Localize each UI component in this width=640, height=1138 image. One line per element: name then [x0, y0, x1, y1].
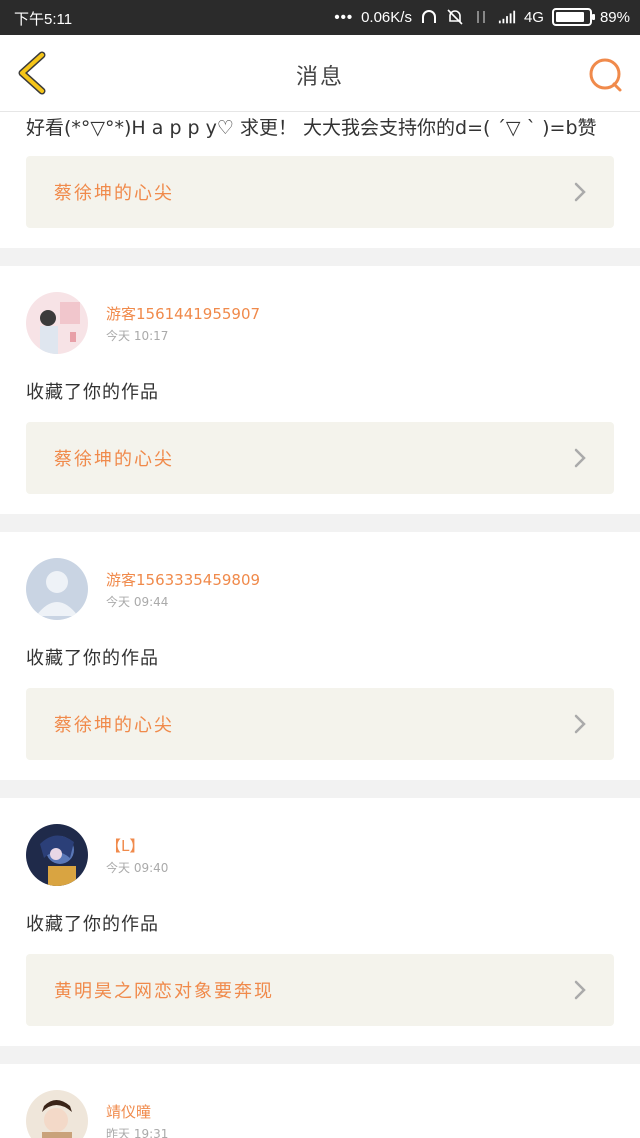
- timestamp: 今天 09:44: [106, 595, 169, 609]
- battery-icon: [551, 8, 595, 26]
- message-card: 【L】 今天 09:40 收藏了你的作品 黄明昊之网恋对象要奔现: [0, 798, 640, 1046]
- avatar[interactable]: [26, 292, 88, 354]
- timestamp: 昨天 19:31: [106, 1127, 169, 1138]
- timestamp: 今天 09:40: [106, 861, 169, 875]
- chevron-right-icon: [574, 714, 586, 734]
- signal-icon: [498, 10, 516, 24]
- work-title: 蔡徐坤的心尖: [54, 715, 174, 736]
- user-row: 游客1561441955907 今天 10:17: [26, 266, 614, 354]
- headphone-icon: [421, 10, 436, 23]
- message-card: 靖仪曈 昨天 19:31: [0, 1064, 640, 1138]
- user-row: 靖仪曈 昨天 19:31: [26, 1064, 614, 1138]
- work-title: 黄明昊之网恋对象要奔现: [54, 981, 274, 1002]
- search-icon[interactable]: [588, 57, 624, 93]
- work-link[interactable]: 蔡徐坤的心尖: [26, 688, 614, 760]
- status-time: 下午5:11: [14, 11, 73, 28]
- timestamp: 今天 10:17: [106, 329, 169, 343]
- user-row: 游客1563335459809 今天 09:44: [26, 532, 614, 620]
- battery-fill: [555, 12, 585, 22]
- default-person-avatar-icon: [26, 558, 88, 620]
- message-card-partial: 好看(*°▽°*)H a p p y♡ 求更！ 大大我会支持你的d=( ´▽ `…: [0, 112, 640, 248]
- nav-bar: 消息: [0, 35, 640, 112]
- work-link[interactable]: 蔡徐坤的心尖: [26, 422, 614, 494]
- more-dots-icon: •••: [334, 8, 354, 26]
- avatar[interactable]: [26, 824, 88, 886]
- message-card: 游客1563335459809 今天 09:44 收藏了你的作品 蔡徐坤的心尖: [0, 532, 640, 780]
- username[interactable]: 游客1563335459809: [106, 570, 260, 590]
- chevron-right-icon: [574, 182, 586, 202]
- work-title: 蔡徐坤的心尖: [54, 449, 174, 470]
- username[interactable]: 靖仪曈: [106, 1102, 168, 1122]
- user-row: 【L】 今天 09:40: [26, 798, 614, 886]
- data-arrows-icon: [476, 11, 485, 23]
- status-bar: 下午5:11 ••• 0.06K/s 4G 89%: [0, 0, 640, 35]
- avatar[interactable]: [26, 1090, 88, 1138]
- chevron-right-icon: [574, 448, 586, 468]
- photo-avatar-costume-icon: [26, 1090, 88, 1138]
- mute-bell-icon: [447, 9, 463, 25]
- work-title: 蔡徐坤的心尖: [54, 183, 174, 204]
- username[interactable]: 【L】: [106, 836, 168, 856]
- work-link[interactable]: 蔡徐坤的心尖: [26, 156, 614, 228]
- action-text: 收藏了你的作品: [26, 382, 159, 403]
- action-text: 收藏了你的作品: [26, 648, 159, 669]
- photo-avatar-pink-icon: [26, 292, 88, 354]
- avatar[interactable]: [26, 558, 88, 620]
- action-text: 收藏了你的作品: [26, 914, 159, 935]
- chevron-right-icon: [574, 980, 586, 1000]
- net-speed: 0.06K/s: [361, 8, 412, 26]
- page-title: 消息: [295, 65, 344, 90]
- message-feed[interactable]: 好看(*°▽°*)H a p p y♡ 求更！ 大大我会支持你的d=( ´▽ `…: [0, 112, 640, 1138]
- battery-percent: 89%: [599, 8, 630, 26]
- work-link[interactable]: 黄明昊之网恋对象要奔现: [26, 954, 614, 1026]
- message-card: 游客1561441955907 今天 10:17 收藏了你的作品 蔡徐坤的心尖: [0, 266, 640, 514]
- network-type: 4G: [523, 8, 544, 26]
- photo-avatar-blue-icon: [26, 824, 88, 886]
- username[interactable]: 游客1561441955907: [106, 304, 260, 324]
- comment-text: 好看(*°▽°*)H a p p y♡ 求更！ 大大我会支持你的d=( ´▽ `…: [26, 117, 597, 139]
- status-icons: ••• 0.06K/s 4G 89%: [334, 8, 630, 26]
